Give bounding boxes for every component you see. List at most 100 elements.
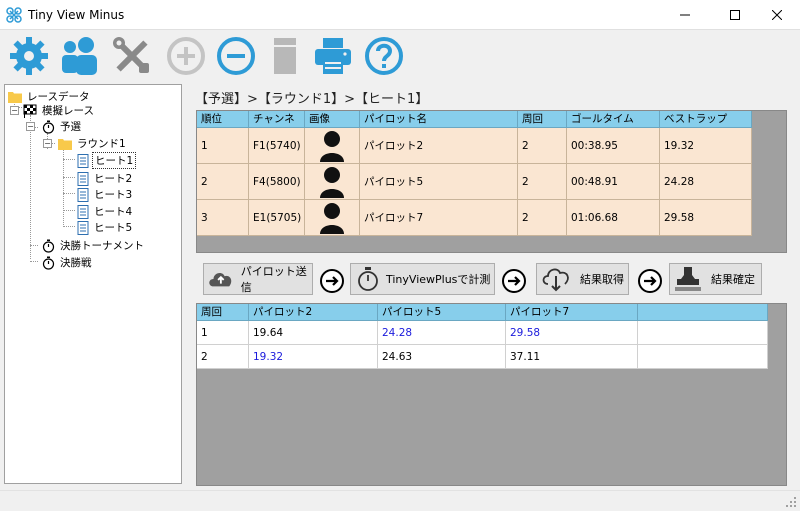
cell-pilot2-time[interactable]: 19.64 [249,321,378,345]
cell-best-lap[interactable]: 19.32 [660,128,752,164]
column-header[interactable]: パイロット名 [360,111,518,128]
help-button[interactable] [361,33,407,79]
tree-node-qualifying[interactable]: 予選 [42,118,83,135]
add-icon [167,37,205,75]
tree-node-label: 決勝戦 [60,257,92,269]
stopwatch-icon [42,120,55,134]
send-pilots-button[interactable]: パイロット送信 [203,263,313,295]
minimize-button[interactable] [662,0,708,30]
tree-node-heat-4[interactable]: ヒート4 [77,203,134,220]
fetch-results-button[interactable]: 結果取得 [536,263,629,295]
laps-grid[interactable]: 周回 パイロット2 パイロット5 パイロット7 1 19.64 24.28 29… [196,303,787,486]
cell-pilot5-time[interactable]: 24.28 [378,321,506,345]
cell-goal-time[interactable]: 00:48.91 [567,164,660,200]
column-header[interactable]: 周回 [197,304,249,321]
toolbar [0,30,800,80]
cell-image[interactable] [305,200,360,236]
confirm-results-button[interactable]: 結果確定 [669,263,762,295]
add-button[interactable] [163,33,209,79]
tree-node-final[interactable]: 決勝戦 [42,254,94,271]
tree-node-round[interactable]: ラウンド1 [58,135,128,152]
cell-pilot7-time[interactable]: 29.58 [506,321,638,345]
cell-pilot-name[interactable]: パイロット7 [360,200,518,236]
cell-laps[interactable]: 2 [518,200,567,236]
collapse-icon[interactable]: − [10,106,19,115]
cell-empty[interactable] [638,345,768,369]
tools-button[interactable] [109,33,155,79]
pilot-avatar-icon [320,202,344,234]
cell-pilot5-time[interactable]: 24.63 [378,345,506,369]
column-header[interactable] [638,304,768,321]
cell-pilot-name[interactable]: パイロット5 [360,164,518,200]
results-grid[interactable]: 順位 チャンネル 画像 パイロット名 周回 ゴールタイム ベストラップ 1 F1… [196,110,787,253]
tree-node-label: ヒート1 [92,152,137,169]
heat-document-icon [77,204,89,219]
stopwatch-icon [42,256,55,270]
tree-node-label: ヒート3 [94,189,133,201]
cell-best-lap[interactable]: 29.58 [660,200,752,236]
measure-button[interactable]: TinyViewPlusで計測 [350,263,495,295]
remove-icon [217,37,255,75]
tree-node-heat-5[interactable]: ヒート5 [77,219,134,236]
arrow-right-icon [502,269,526,293]
cell-channel[interactable]: E1(5705) [249,200,305,236]
cell-lap[interactable]: 2 [197,345,249,369]
tree-node-heat-1[interactable]: ヒート1 [77,152,137,169]
close-icon [772,10,782,20]
cell-channel[interactable]: F1(5740) [249,128,305,164]
collapse-icon[interactable]: − [43,139,52,148]
document-button[interactable] [262,33,308,79]
heat-document-icon [77,171,89,186]
column-header[interactable]: 順位 [197,111,249,128]
column-header[interactable]: ベストラップ [660,111,752,128]
column-header[interactable]: 周回 [518,111,567,128]
cell-pilot7-time[interactable]: 37.11 [506,345,638,369]
fetch-results-label: 結果取得 [580,273,624,286]
column-header[interactable]: パイロット7 [506,304,638,321]
tree-node-heat-3[interactable]: ヒート3 [77,186,134,203]
cell-empty[interactable] [638,321,768,345]
tree-node-tournament[interactable]: 決勝トーナメント [42,237,146,254]
cell-best-lap[interactable]: 24.28 [660,164,752,200]
settings-icon [10,37,48,75]
cell-laps[interactable]: 2 [518,164,567,200]
tree-node-label: ラウンド1 [77,138,126,150]
cell-image[interactable] [305,164,360,200]
settings-button[interactable] [6,33,52,79]
resize-grip-icon[interactable] [785,496,797,508]
print-button[interactable] [310,33,356,79]
cell-rank[interactable]: 2 [197,164,249,200]
cell-pilot-name[interactable]: パイロット2 [360,128,518,164]
tree-node-label: 決勝トーナメント [60,240,144,252]
pilots-button[interactable] [56,33,102,79]
column-header[interactable]: パイロット5 [378,304,506,321]
collapse-icon[interactable]: − [26,122,35,131]
measure-label: TinyViewPlusで計測 [386,273,491,286]
cell-goal-time[interactable]: 00:38.95 [567,128,660,164]
cell-lap[interactable]: 1 [197,321,249,345]
close-button[interactable] [754,0,800,30]
maximize-icon [730,10,740,20]
cell-pilot2-time[interactable]: 19.32 [249,345,378,369]
cell-rank[interactable]: 3 [197,200,249,236]
column-header[interactable]: ゴールタイム [567,111,660,128]
cell-rank[interactable]: 1 [197,128,249,164]
breadcrumb: 【予選】>【ラウンド1】>【ヒート1】 [195,92,429,107]
column-header[interactable]: パイロット2 [249,304,378,321]
tree-node-heat-2[interactable]: ヒート2 [77,170,134,187]
tree-node-label: 模擬レース [42,105,94,117]
cloud-download-icon [542,268,569,292]
tools-icon [113,37,149,73]
cell-image[interactable] [305,128,360,164]
remove-button[interactable] [213,33,259,79]
print-icon [315,38,351,74]
stopwatch-icon [42,239,55,253]
tree-node-race[interactable]: 模擬レース [23,102,96,119]
cell-goal-time[interactable]: 01:06.68 [567,200,660,236]
cell-laps[interactable]: 2 [518,128,567,164]
tree-node-label: ヒート2 [94,173,133,185]
column-header[interactable]: チャンネル [249,111,305,141]
cell-channel[interactable]: F4(5800) [249,164,305,200]
column-header[interactable]: 画像 [305,111,360,128]
maximize-button[interactable] [712,0,758,30]
